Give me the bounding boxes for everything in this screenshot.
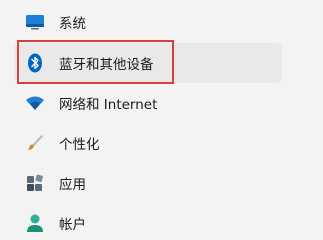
apps-icon xyxy=(25,173,45,193)
sidebar-item-network[interactable]: 网络和 Internet xyxy=(14,83,282,123)
sidebar-item-label: 系统 xyxy=(59,16,86,32)
sidebar-item-accounts[interactable]: 帐户 xyxy=(14,203,282,240)
sidebar-item-label: 个性化 xyxy=(59,137,100,153)
monitor-icon xyxy=(25,12,45,32)
sidebar-item-apps[interactable]: 应用 xyxy=(14,163,282,203)
sidebar-item-system[interactable]: 系统 xyxy=(14,2,282,42)
brush-icon xyxy=(25,133,45,153)
sidebar-item-label: 网络和 Internet xyxy=(59,97,158,113)
sidebar-item-personalization[interactable]: 个性化 xyxy=(14,123,282,163)
wifi-icon xyxy=(25,93,45,113)
sidebar-item-label: 帐户 xyxy=(59,217,86,233)
highlight-annotation xyxy=(17,40,174,84)
sidebar-item-label: 应用 xyxy=(59,177,86,193)
account-icon xyxy=(25,213,45,233)
settings-sidebar: 系统 蓝牙和其他设备 网络和 Internet 个性化 应用 帐户 xyxy=(0,0,323,235)
